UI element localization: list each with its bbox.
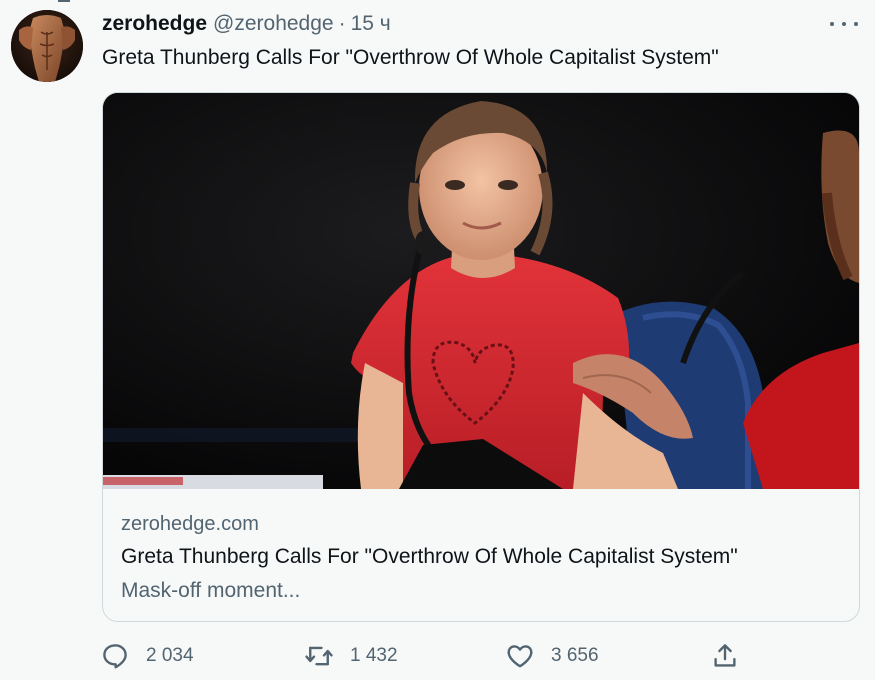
card-domain: zerohedge.com <box>121 513 259 535</box>
avatar[interactable] <box>11 10 83 82</box>
like-button[interactable]: 3 656 <box>505 638 599 674</box>
timestamp[interactable]: 15 ч <box>351 12 391 36</box>
card-photo <box>103 93 859 489</box>
share-button[interactable] <box>710 638 740 674</box>
reply-count: 2 034 <box>146 645 194 666</box>
card-title: Greta Thunberg Calls For "Overthrow Of W… <box>121 545 738 568</box>
more-horizontal-icon[interactable] <box>830 14 858 34</box>
retweet-button[interactable]: 1 432 <box>304 638 398 674</box>
tweet[interactable]: zerohedge @zerohedge · 15 ч Greta Thunbe… <box>0 0 875 680</box>
tweet-actions: 2 034 1 432 3 656 <box>100 638 860 674</box>
card-image[interactable] <box>103 93 859 489</box>
heart-icon <box>507 645 533 668</box>
tweet-header: zerohedge @zerohedge · 15 ч <box>102 12 391 40</box>
reply-button[interactable]: 2 034 <box>100 638 194 674</box>
reply-icon <box>103 644 127 669</box>
like-count: 3 656 <box>551 645 599 666</box>
tweet-text: Greta Thunberg Calls For "Overthrow Of W… <box>102 46 719 69</box>
link-card[interactable]: zerohedge.com Greta Thunberg Calls For "… <box>102 92 860 622</box>
display-name[interactable]: zerohedge <box>102 12 207 36</box>
retweet-count: 1 432 <box>350 645 398 666</box>
avatar-image <box>11 10 83 82</box>
thread-connector <box>58 0 88 4</box>
user-handle[interactable]: @zerohedge <box>213 12 334 36</box>
retweet-icon <box>305 646 333 666</box>
separator-dot: · <box>338 12 346 35</box>
share-icon <box>714 644 736 667</box>
card-description: Mask-off moment... <box>121 579 301 602</box>
